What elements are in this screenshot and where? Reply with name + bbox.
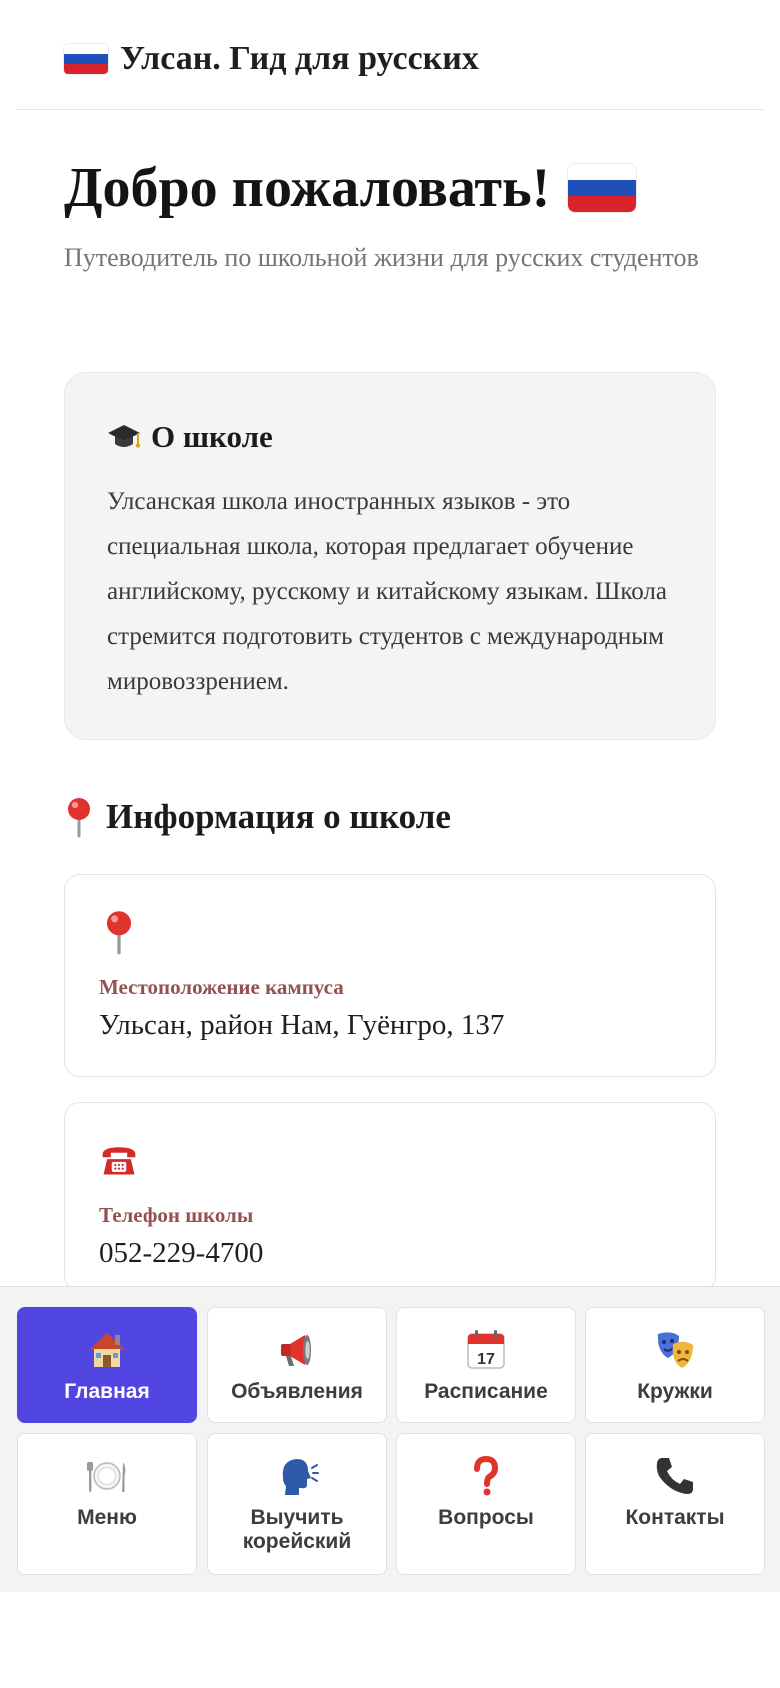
theater-masks-icon — [657, 1332, 693, 1368]
pin-icon — [106, 911, 132, 955]
header-title[interactable]: Улсан. Гид для русских — [64, 40, 479, 78]
nav-item-label: Главная — [64, 1380, 150, 1403]
nav-item-menu[interactable]: Меню — [17, 1433, 197, 1575]
info-card-phone: Телефон школы 052-229-4700 — [64, 1102, 716, 1292]
nav-item-label: Объявления — [231, 1380, 363, 1403]
nav-item-questions[interactable]: Вопросы — [396, 1433, 576, 1575]
nav-item-clubs[interactable]: Кружки — [585, 1307, 765, 1423]
question-mark-icon — [474, 1455, 499, 1496]
nav-item-label: Расписание — [424, 1380, 548, 1403]
nav-item-contacts[interactable]: Контакты — [585, 1433, 765, 1575]
bottom-nav: Главная Объявления 17 Расписание Кружки … — [0, 1286, 780, 1592]
info-card-label: Местоположение кампуса — [99, 975, 344, 999]
about-text: Улсанская школа иностранных языков - это… — [107, 488, 667, 695]
info-heading-text: Информация о школе — [106, 797, 451, 836]
nav-item-learn-korean[interactable]: Выучить корейский — [207, 1433, 387, 1575]
welcome-subtitle: Путеводитель по школьной жизни для русск… — [64, 243, 699, 272]
nav-item-label: Контакты — [625, 1506, 725, 1529]
about-heading-text: О школе — [151, 419, 273, 454]
header-title-text: Улсан. Гид для русских — [120, 40, 479, 77]
info-card-value: Ульсан, район Нам, Гуёнгро, 137 — [99, 1009, 505, 1041]
house-icon — [89, 1333, 125, 1367]
calendar-icon: 17 — [467, 1330, 505, 1369]
nav-item-announcements[interactable]: Объявления — [207, 1307, 387, 1423]
about-school-card: О школе Улсанская школа иностранных язык… — [64, 372, 716, 740]
nav-item-label: Кружки — [637, 1380, 713, 1403]
russia-flag-icon — [64, 44, 108, 74]
info-card-location: Местоположение кампуса Ульсан, район Нам… — [64, 874, 716, 1077]
app-header: Улсан. Гид для русских — [16, 0, 764, 110]
nav-item-label: Меню — [77, 1506, 137, 1529]
graduation-cap-icon — [108, 425, 141, 448]
pin-icon — [68, 798, 90, 838]
phone-link[interactable]: 052-229-4700 — [99, 1237, 263, 1270]
plate-cutlery-icon — [87, 1462, 126, 1492]
calendar-day: 17 — [477, 1351, 495, 1368]
info-heading: Информация о школе — [64, 796, 451, 838]
nav-item-label: Выучить корейский — [242, 1506, 352, 1553]
welcome-title: Добро пожаловать! — [64, 157, 637, 219]
speaking-head-icon — [282, 1459, 319, 1495]
welcome-title-text: Добро пожаловать! — [64, 157, 551, 219]
info-card-label: Телефон школы — [99, 1203, 254, 1227]
nav-item-label: Вопросы — [438, 1506, 534, 1529]
nav-item-home[interactable]: Главная — [17, 1307, 197, 1423]
phone-receiver-icon — [656, 1458, 693, 1494]
telephone-icon[interactable] — [99, 1137, 139, 1183]
russia-flag-icon — [568, 164, 637, 212]
about-heading: О школе — [107, 419, 273, 455]
megaphone-icon — [281, 1335, 311, 1366]
nav-item-schedule[interactable]: 17 Расписание — [396, 1307, 576, 1423]
